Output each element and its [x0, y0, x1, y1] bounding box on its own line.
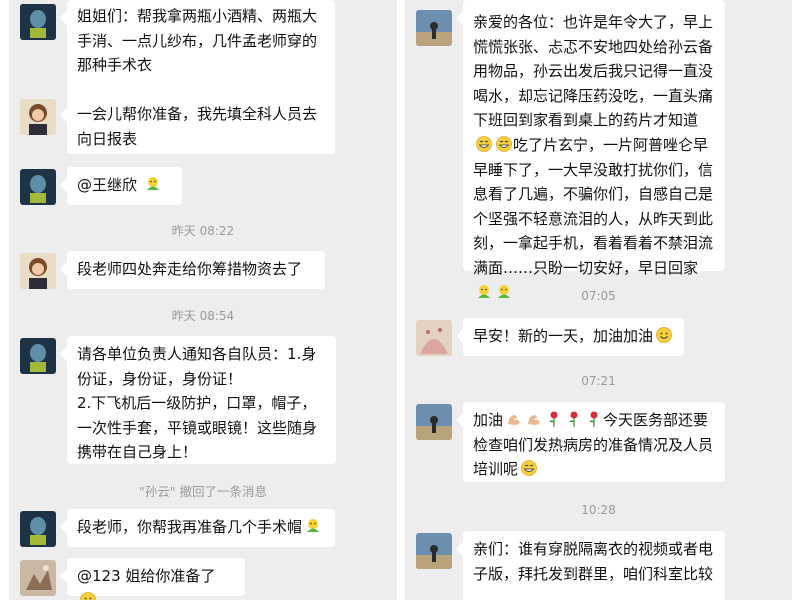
message-text: 亲们：谁有穿脱隔离衣的视频或者电子版，拜托发到群里，咱们科室比较 [473, 540, 714, 583]
message-bubble[interactable]: 亲们：谁有穿脱隔离衣的视频或者电子版，拜托发到群里，咱们科室比较 [463, 531, 725, 600]
leaf-emoji-icon [304, 517, 322, 535]
message-text: 亲爱的各位：也许是年令大了，早上慌慌张张、忐忑不安地四处给孙云备用物品，孙云出发… [473, 10, 715, 305]
message-text: 姐姐们：帮我拿两瓶小酒精、两瓶大手消、一点儿纱布，几件孟老师穿的那种手术衣 [77, 7, 318, 75]
message-bubble[interactable]: 段老师，你帮我再准备几个手术帽 [67, 509, 335, 547]
timestamp: 07:05 [581, 289, 616, 303]
message-text: 段老师，你帮我再准备几个手术帽 [77, 518, 303, 536]
message-bubble[interactable]: 加油 今天医务部还要检查咱们发热病房的准备情况及人员培训呢 [463, 402, 725, 482]
grin-emoji-icon [475, 135, 493, 153]
rose-emoji-icon [545, 410, 563, 428]
avatar[interactable] [20, 169, 56, 205]
message-bubble[interactable]: @王继欣 [67, 167, 182, 205]
timestamp: 07:21 [581, 374, 616, 388]
chat-pane-left: 姐姐们：帮我拿两瓶小酒精、两瓶大手消、一点儿纱布，几件孟老师穿的那种手术衣 一会… [9, 0, 397, 600]
leaf-emoji-icon [144, 175, 162, 193]
message-text: 加油 今天医务部还要检查咱们发热病房的准备情况及人员培训呢 [473, 410, 714, 479]
message-text: 一会儿帮你准备，我先填全科人员去向日报表 [77, 105, 318, 148]
muscle-emoji-icon [505, 410, 523, 428]
avatar[interactable] [20, 4, 56, 40]
grin-emoji-icon [495, 135, 513, 153]
avatar[interactable] [20, 338, 56, 374]
message-bubble[interactable]: @123 姐给你准备了 [67, 558, 245, 600]
rose-emoji-icon [565, 410, 583, 428]
message-text: 请各单位负责人通知各自队员：1.身份证，身份证，身份证！ 2.下飞机后一级防护，… [77, 345, 318, 462]
message-bubble[interactable]: 姐姐们：帮我拿两瓶小酒精、两瓶大手消、一点儿纱布，几件孟老师穿的那种手术衣 [67, 0, 335, 104]
message-bubble[interactable]: 请各单位负责人通知各自队员：1.身份证，身份证，身份证！ 2.下飞机后一级防护，… [67, 336, 336, 464]
message-bubble[interactable]: 段老师四处奔走给你筹措物资去了 [67, 251, 325, 289]
message-text: @王继欣 [77, 176, 142, 194]
avatar[interactable] [20, 253, 56, 289]
message-bubble[interactable]: 早安！新的一天，加油加油 [463, 318, 684, 356]
rose-emoji-icon [585, 410, 603, 428]
message-text: 早安！新的一天，加油加油 [473, 327, 654, 345]
timestamp: 10:28 [581, 503, 616, 517]
grin-emoji-icon [520, 459, 538, 477]
avatar[interactable] [416, 533, 452, 569]
chat-pane-right: 亲爱的各位：也许是年令大了，早上慌慌张张、忐忑不安地四处给孙云备用物品，孙云出发… [405, 0, 792, 600]
avatar[interactable] [20, 99, 56, 135]
avatar[interactable] [416, 10, 452, 46]
message-bubble[interactable]: 亲爱的各位：也许是年令大了，早上慌慌张张、忐忑不安地四处给孙云备用物品，孙云出发… [463, 0, 725, 298]
avatar[interactable] [416, 320, 452, 356]
smile-emoji-icon [655, 326, 673, 344]
avatar[interactable] [416, 404, 452, 440]
message-text: 段老师四处奔走给你筹措物资去了 [77, 260, 303, 278]
timestamp: 昨天 08:54 [171, 309, 235, 323]
recall-notice: "孙云" 撤回了一条消息 [139, 484, 267, 499]
avatar[interactable] [20, 511, 56, 547]
smile-emoji-icon [79, 591, 97, 600]
timestamp: 昨天 08:22 [171, 224, 235, 238]
muscle-emoji-icon [525, 410, 543, 428]
message-text: @123 姐给你准备了 [77, 567, 216, 585]
avatar[interactable] [20, 560, 56, 596]
message-bubble[interactable]: 一会儿帮你准备，我先填全科人员去向日报表 [67, 97, 335, 154]
